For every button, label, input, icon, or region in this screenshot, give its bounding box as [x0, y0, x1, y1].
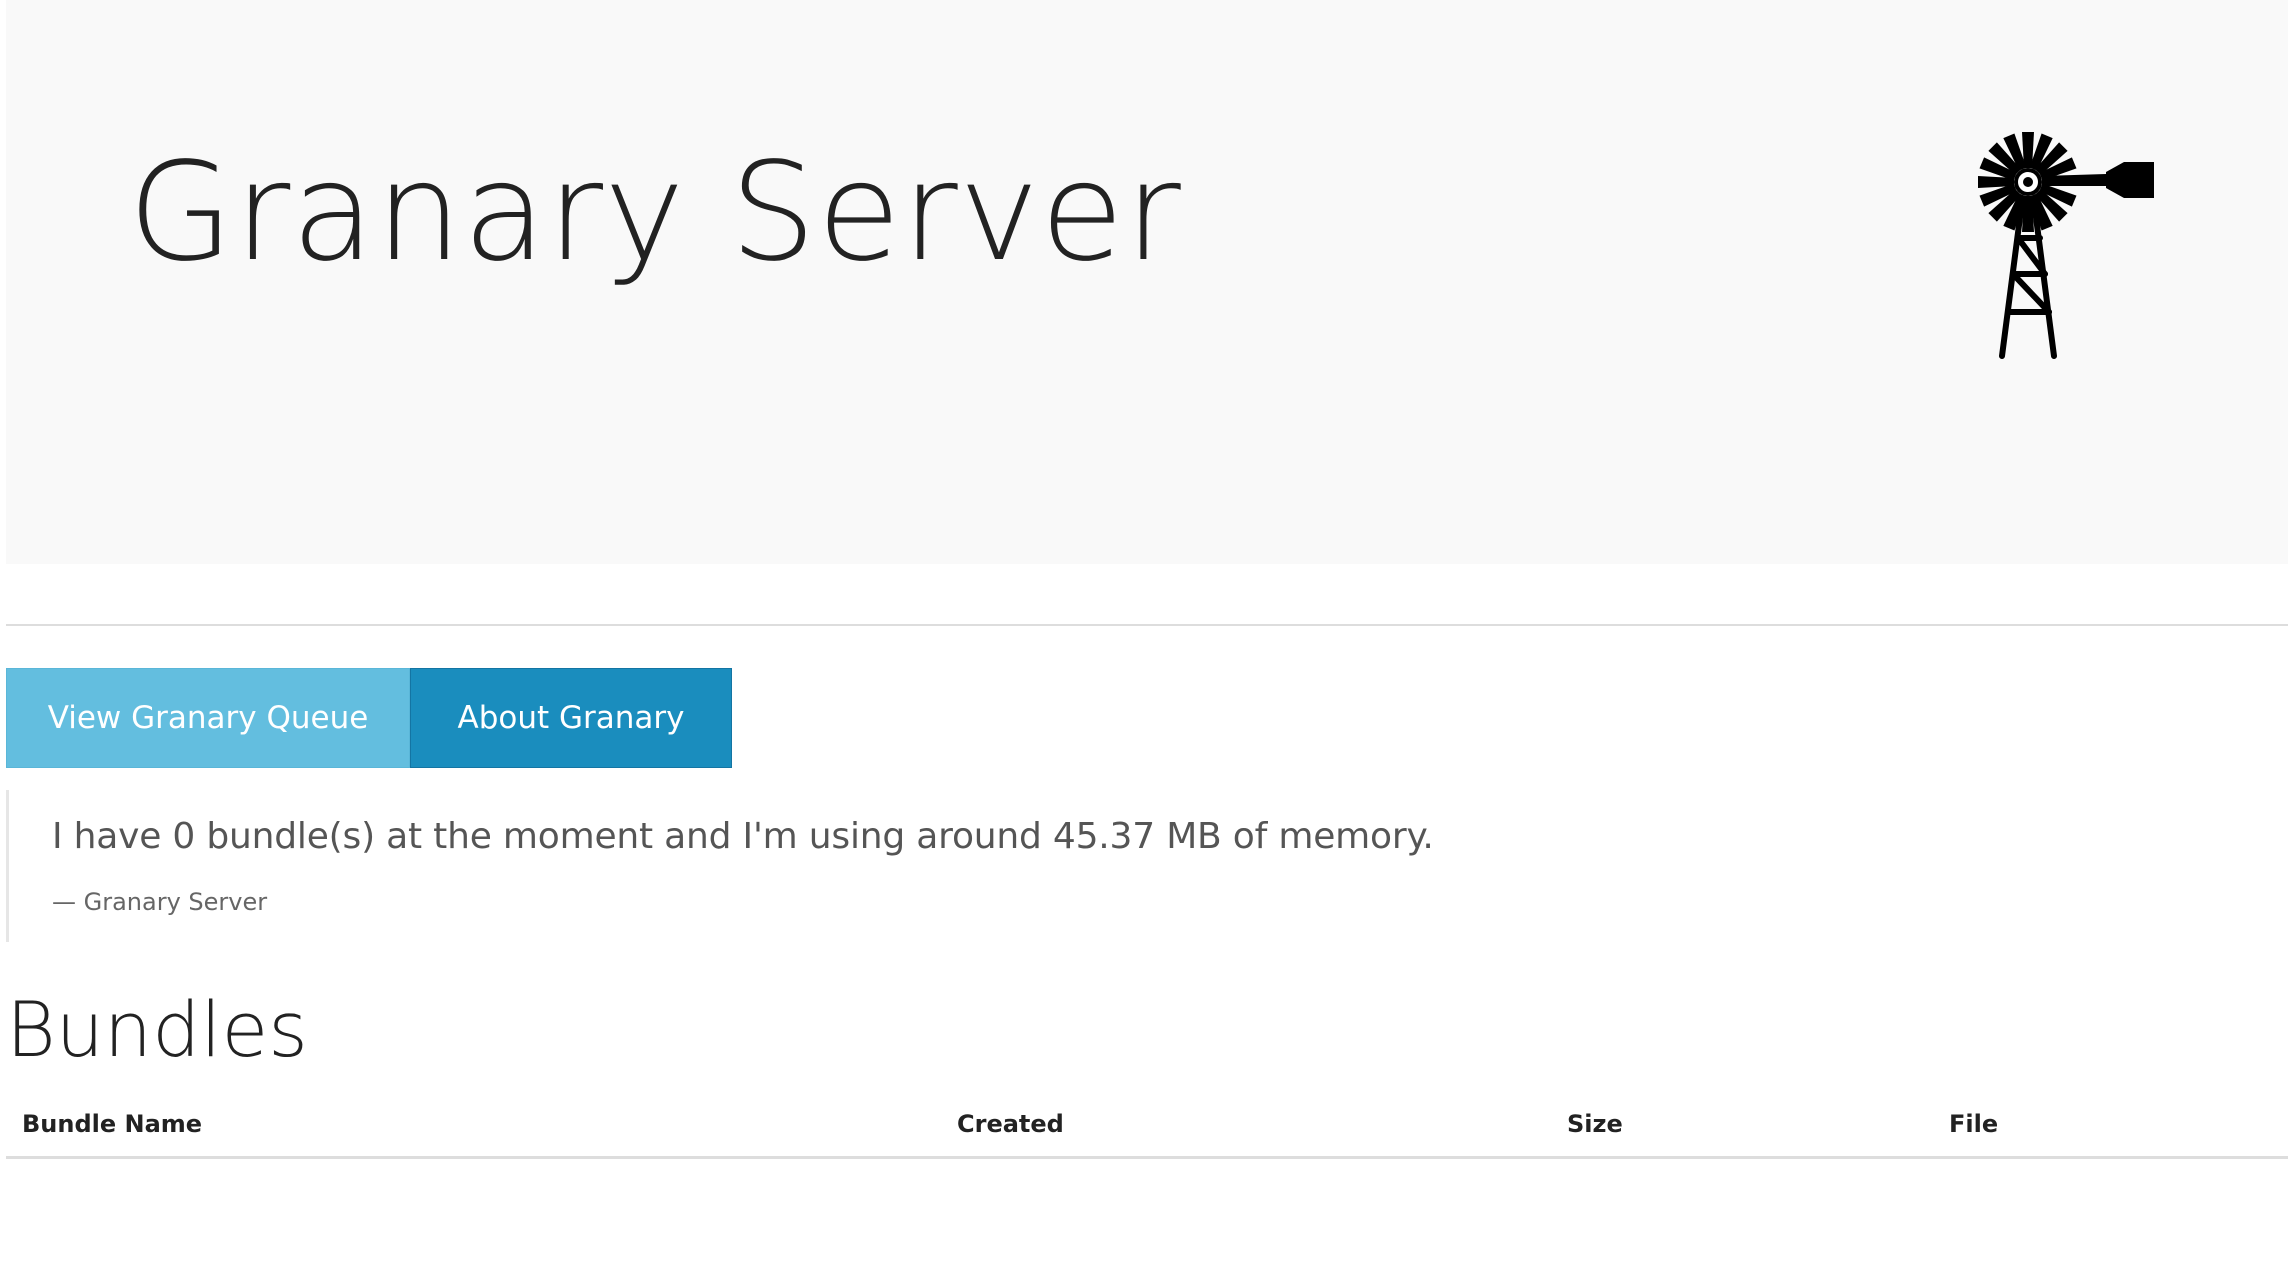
view-queue-button[interactable]: View Granary Queue	[6, 668, 410, 768]
windmill-icon	[1956, 120, 2156, 370]
table-header-row: Bundle Name Created Size File	[6, 1092, 2288, 1159]
about-granary-button[interactable]: About Granary	[410, 668, 732, 768]
column-header-file: File	[1933, 1092, 2288, 1159]
status-attribution: — Granary Server	[52, 888, 268, 916]
bundles-heading: Bundles	[6, 985, 308, 1074]
status-blockquote: I have 0 bundle(s) at the moment and I'm…	[6, 790, 2206, 942]
status-message: I have 0 bundle(s) at the moment and I'm…	[52, 816, 1434, 857]
divider	[6, 624, 2288, 626]
column-header-size: Size	[1551, 1092, 1933, 1159]
header-jumbotron: Granary Server	[6, 0, 2288, 564]
column-header-bundle-name: Bundle Name	[6, 1092, 941, 1159]
bundles-table: Bundle Name Created Size File	[6, 1092, 2288, 1159]
page-title: Granary Server	[128, 134, 1182, 292]
nav-button-group: View Granary Queue About Granary	[6, 668, 732, 770]
column-header-created: Created	[941, 1092, 1551, 1159]
